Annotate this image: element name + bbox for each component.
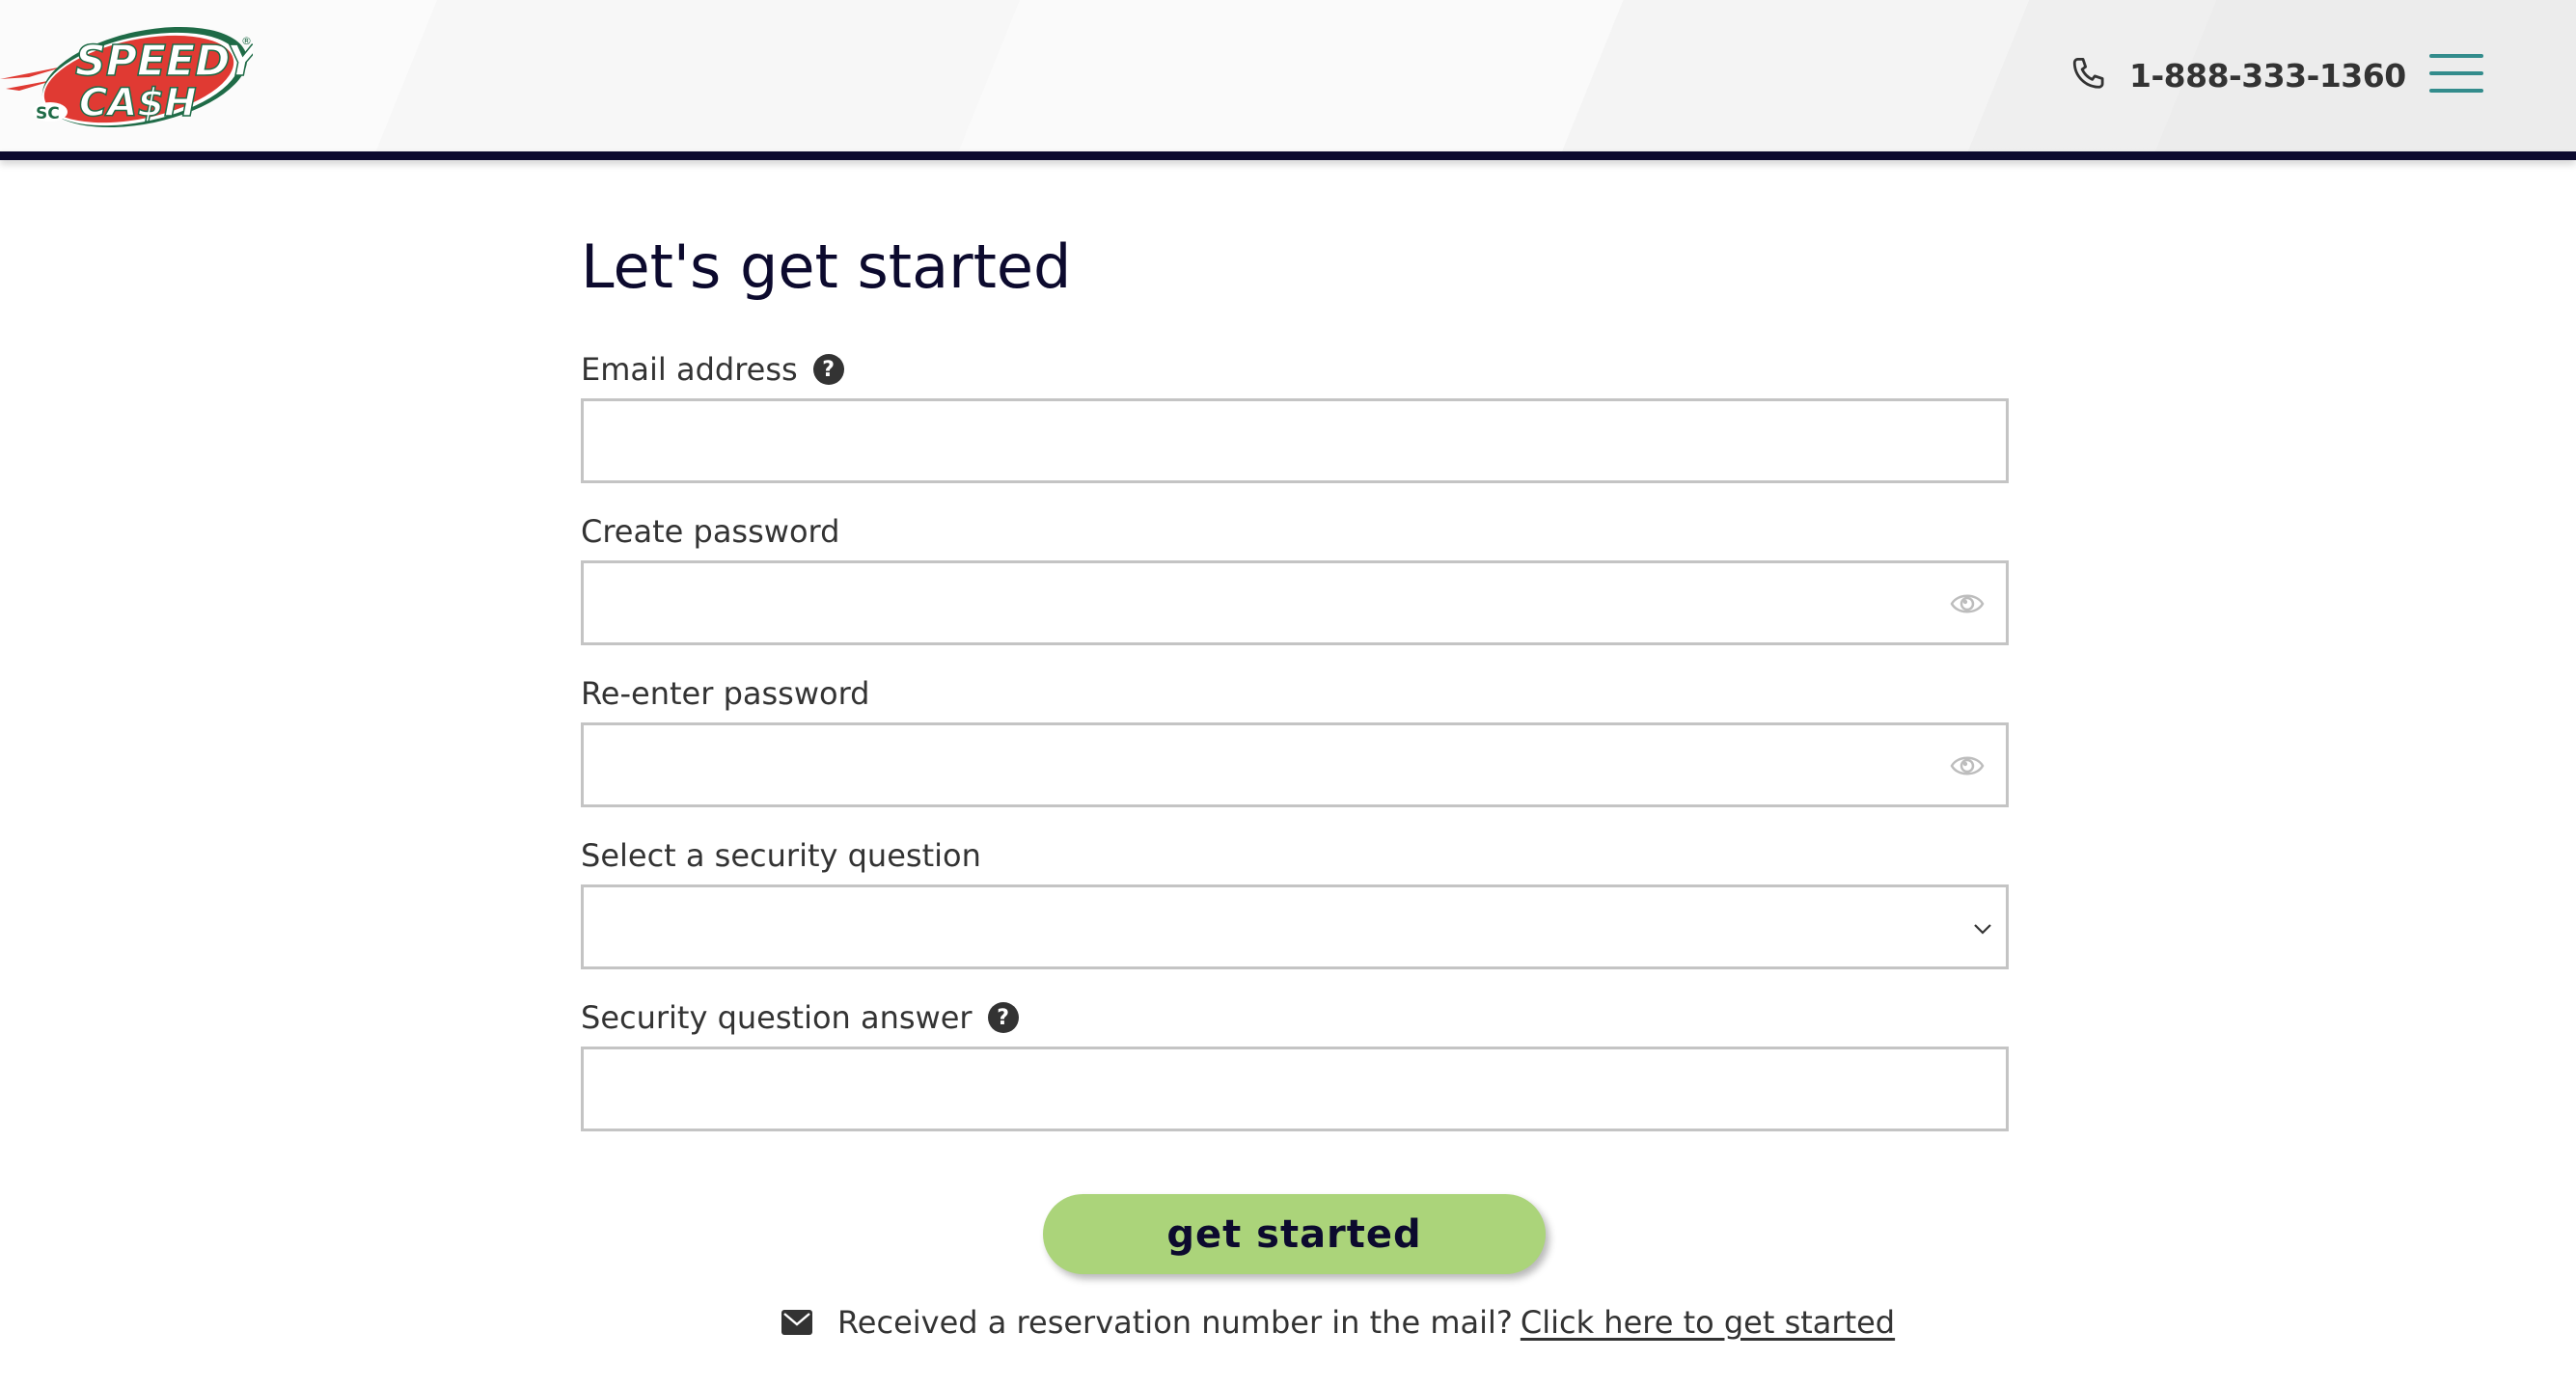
page-title: Let's get started [581, 231, 1072, 302]
header-divider [0, 151, 2576, 160]
hamburger-line [2429, 71, 2483, 75]
eye-icon[interactable] [1950, 588, 1985, 619]
help-icon[interactable]: ? [987, 1002, 1019, 1033]
reenter-password-label-text: Re-enter password [581, 675, 870, 712]
reservation-text: Received a reservation number in the mai… [837, 1304, 1513, 1341]
speedy-cash-logo[interactable]: SPEEDY CA$H SC ® [0, 19, 253, 130]
security-answer-box [581, 1047, 2009, 1131]
security-question-label-text: Select a security question [581, 837, 981, 874]
email-field[interactable] [584, 401, 2006, 480]
email-field-box [581, 398, 2009, 483]
reenter-password-label: Re-enter password [581, 675, 869, 712]
svg-text:SPEEDY: SPEEDY [75, 37, 253, 86]
svg-text:SC: SC [36, 104, 60, 123]
get-started-button[interactable]: get started [1043, 1194, 1546, 1274]
security-answer-label: Security question answer ? [581, 999, 1019, 1036]
create-password-label: Create password [581, 513, 839, 550]
email-label: Email address ? [581, 351, 844, 388]
hamburger-line [2429, 89, 2483, 93]
reenter-password-box [581, 722, 2009, 807]
create-password-field[interactable] [584, 563, 2006, 642]
svg-text:®: ® [241, 35, 252, 47]
phone-number[interactable]: 1-888-333-1360 [2129, 57, 2406, 95]
security-question-select[interactable] [584, 887, 2006, 966]
reservation-link[interactable]: Click here to get started [1521, 1304, 1895, 1341]
reenter-password-field[interactable] [584, 725, 2006, 804]
security-question-label: Select a security question [581, 837, 981, 874]
reservation-prompt: Received a reservation number in the mai… [781, 1304, 1895, 1341]
envelope-icon [781, 1310, 812, 1335]
phone-contact[interactable]: 1-888-333-1360 [2069, 54, 2406, 96]
security-question-box [581, 884, 2009, 969]
phone-icon [2072, 57, 2104, 89]
create-password-box [581, 560, 2009, 645]
hamburger-menu-button[interactable] [2427, 54, 2485, 96]
email-label-text: Email address [581, 351, 798, 388]
security-answer-field[interactable] [584, 1049, 2006, 1129]
eye-icon[interactable] [1950, 750, 1985, 781]
svg-text:CA$H: CA$H [79, 81, 197, 125]
help-icon[interactable]: ? [812, 354, 844, 385]
site-header: SPEEDY CA$H SC ® 1-888-333-1360 [0, 0, 2576, 151]
create-password-label-text: Create password [581, 513, 840, 550]
hamburger-menu-icon [2429, 54, 2483, 58]
security-answer-label-text: Security question answer [581, 999, 973, 1036]
